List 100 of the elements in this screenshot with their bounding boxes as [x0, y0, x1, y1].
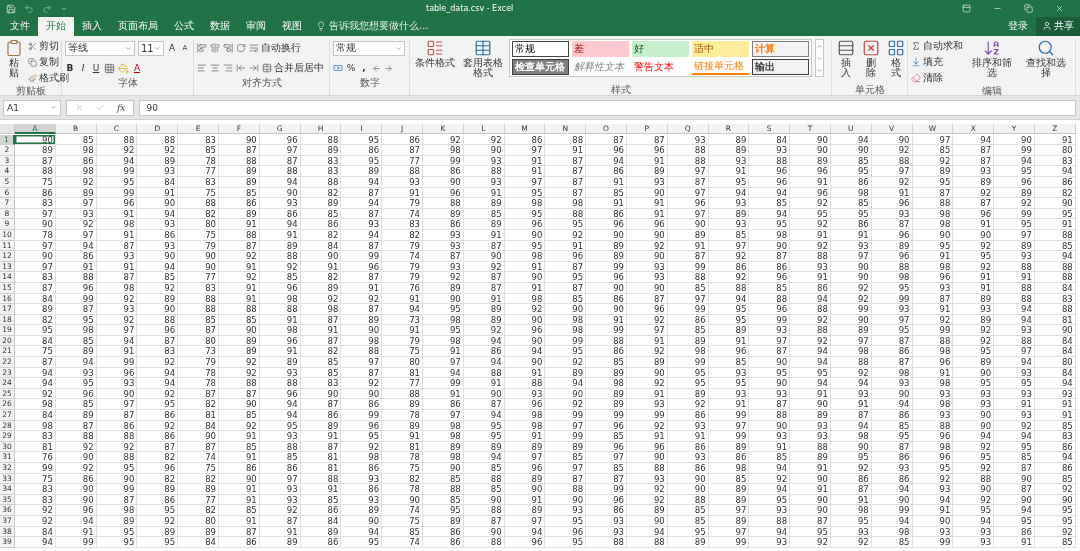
conditional-format-button[interactable]: 条件格式 [413, 39, 457, 68]
undo-icon[interactable] [24, 3, 34, 14]
table-cell: 82 [300, 272, 342, 283]
bottom-align-icon[interactable] [223, 43, 233, 53]
table-cell: 96 [586, 441, 627, 453]
middle-align-icon[interactable] [210, 43, 220, 53]
share-button[interactable]: 共享 [1036, 17, 1080, 36]
insert-button[interactable]: 插入 [835, 39, 857, 78]
ribbon-tab[interactable]: 页面布局 [110, 17, 166, 36]
table-cell: 94 [463, 410, 505, 421]
italic-button[interactable]: I [78, 62, 88, 74]
align-left-icon[interactable] [197, 63, 207, 73]
name-box[interactable]: A1 [3, 99, 61, 116]
ribbon-display-icon[interactable] [962, 4, 971, 13]
comma-button[interactable]: , [359, 62, 369, 74]
table-cell: 92 [790, 198, 831, 209]
insert-function-button[interactable]: fx [117, 102, 126, 113]
table-cell: 96 [626, 441, 668, 453]
font-color-button[interactable]: A [132, 62, 142, 74]
cell-style-option[interactable]: 警告文本 [632, 59, 689, 75]
wrap-text-button[interactable]: 自动换行 [249, 41, 301, 55]
currency-icon[interactable] [333, 63, 343, 73]
table-cell: 88 [463, 166, 505, 177]
align-center-icon[interactable] [210, 63, 220, 73]
formula-input[interactable]: 90 [139, 99, 1076, 116]
fill-button[interactable]: 填充 [911, 55, 963, 69]
underline-button[interactable]: U [91, 62, 101, 74]
table-cell: 86 [219, 537, 260, 548]
table-cell: 87 [667, 176, 709, 188]
format-painter-button[interactable]: 格式刷 [28, 71, 69, 85]
autosum-button[interactable]: 自动求和 [911, 39, 963, 53]
restore-icon[interactable] [1024, 4, 1033, 13]
cell-style-option[interactable]: 适中 [692, 41, 749, 57]
scroll-up-icon[interactable] [816, 42, 823, 50]
find-select-button[interactable]: 查找和选择 [1020, 39, 1072, 78]
cell-style-option[interactable]: 好 [632, 41, 689, 57]
cell-style-option[interactable]: 检查单元格 [512, 59, 569, 75]
sign-in-link[interactable]: 登录 [1000, 19, 1036, 36]
clear-button[interactable]: 清除 [911, 71, 963, 85]
orientation-icon[interactable] [236, 43, 246, 53]
borders-icon[interactable] [104, 62, 115, 74]
increase-decimal-icon[interactable] [372, 63, 381, 73]
table-cell: 91 [708, 399, 750, 411]
lightbulb-icon[interactable] [316, 21, 326, 31]
delete-button[interactable]: 删除 [860, 39, 882, 78]
table-cell: 99 [871, 293, 913, 305]
more-icon[interactable] [816, 66, 823, 74]
table-cell: 99 [708, 537, 750, 548]
bold-button[interactable]: B [65, 62, 75, 74]
cell-style-option[interactable]: 差 [572, 41, 629, 57]
format-button[interactable]: 格式 [885, 39, 907, 78]
ribbon-tab[interactable]: 视图 [274, 17, 310, 36]
table-cell: 87 [341, 240, 383, 252]
merge-center-button[interactable]: 合并后居中 [262, 61, 324, 75]
table-cell: 98 [504, 420, 546, 432]
cell-style-option[interactable]: 输出 [752, 59, 809, 75]
table-cell: 87 [300, 335, 342, 347]
ribbon-tab[interactable]: 公式 [166, 17, 202, 36]
table-cell: 97 [667, 208, 709, 220]
tell-me-field[interactable]: 告诉我您想要做什么... [329, 19, 429, 33]
table-cell: 91 [219, 452, 260, 463]
align-right-icon[interactable] [223, 63, 233, 73]
cancel-icon[interactable] [75, 103, 84, 112]
ribbon-tab[interactable]: 开始 [38, 17, 74, 36]
select-all-corner[interactable] [0, 124, 15, 134]
cell-style-option[interactable]: 常规 [512, 41, 569, 57]
ribbon-tab[interactable]: 数据 [202, 17, 238, 36]
increase-indent-icon[interactable] [249, 63, 259, 73]
table-format-button[interactable]: 套用表格格式 [460, 39, 506, 78]
ribbon-tab[interactable]: 插入 [74, 17, 110, 36]
grow-font-button[interactable]: A [167, 42, 177, 54]
table-cell: 89 [667, 229, 709, 241]
table-cell: 84 [749, 134, 791, 146]
table-cell: 88 [259, 304, 301, 315]
number-format-select[interactable]: 常规 [333, 40, 405, 56]
redo-icon[interactable] [42, 3, 52, 14]
save-icon[interactable] [6, 3, 16, 14]
table-cell: 87 [953, 198, 995, 209]
top-align-icon[interactable] [197, 43, 207, 53]
sort-filter-button[interactable]: 排序和筛选 [966, 39, 1018, 78]
table-cell: 91 [219, 494, 260, 506]
table-cell: 87 [341, 187, 383, 199]
cell-style-option[interactable]: 解释性文本 [572, 59, 629, 75]
scroll-down-icon[interactable] [816, 54, 823, 62]
ribbon-tab[interactable]: 文件 [2, 17, 38, 36]
percent-button[interactable]: % [346, 62, 356, 74]
table-cell: 91 [912, 505, 954, 516]
decrease-decimal-icon[interactable] [384, 63, 393, 73]
close-icon[interactable] [1055, 4, 1064, 13]
font-name-select[interactable]: 等线 [65, 40, 135, 56]
table-cell: 99 [708, 431, 750, 442]
decrease-indent-icon[interactable] [236, 63, 246, 73]
table-cell: 91 [422, 346, 464, 358]
table-cell: 85 [55, 399, 97, 411]
paste-button[interactable]: 粘贴 [3, 39, 25, 78]
table-cell: 90 [626, 282, 668, 294]
font-size-select[interactable]: 11 [138, 40, 164, 56]
ribbon-tab[interactable]: 审阅 [238, 17, 274, 36]
fill-color-icon[interactable] [118, 62, 129, 74]
enter-icon[interactable] [96, 103, 105, 112]
